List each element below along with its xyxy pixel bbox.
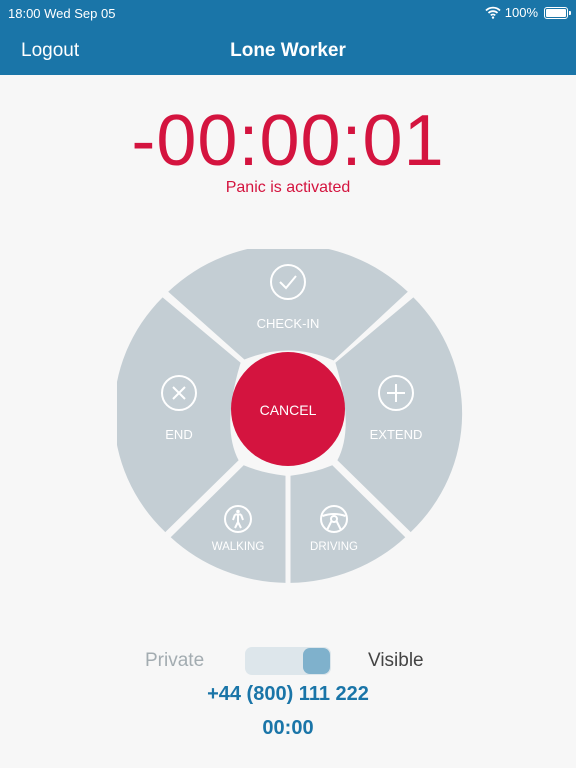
extend-label: EXTEND: [370, 427, 423, 442]
status-time: 18:00 Wed Sep 05: [8, 6, 116, 21]
panic-status: Panic is activated: [225, 179, 351, 196]
private-label: Private: [145, 650, 205, 671]
battery-percent: 100%: [504, 5, 538, 20]
end-label: END: [165, 427, 192, 442]
checkin-label: CHECK-IN: [257, 316, 320, 331]
logout-button[interactable]: Logout: [21, 40, 79, 62]
phone-number-link[interactable]: +44 (800) 111 222: [0, 683, 576, 706]
action-wheel-svg: CANCEL CHECK-IN END EXTEND WALKING DRIVI…: [117, 249, 463, 583]
wifi-icon: [485, 6, 501, 19]
battery-icon: [544, 6, 571, 19]
page-title: Lone Worker: [230, 40, 346, 61]
privacy-row: Private Visible: [0, 646, 576, 676]
elapsed-time: 00:00: [262, 717, 314, 739]
privacy-toggle-knob[interactable]: [303, 648, 330, 674]
walking-label: WALKING: [212, 541, 265, 553]
status-right: 100%: [485, 5, 571, 20]
visible-label: Visible: [368, 650, 424, 671]
nav-bar: Logout Lone Worker: [0, 26, 576, 75]
driving-label: DRIVING: [310, 541, 358, 553]
action-wheel: CANCEL CHECK-IN END EXTEND WALKING DRIVI…: [117, 249, 463, 585]
countdown-timer: -00:00:01: [131, 101, 445, 181]
privacy-toggle[interactable]: [245, 647, 331, 675]
status-bar: 18:00 Wed Sep 05 100%: [0, 0, 576, 26]
cancel-label: CANCEL: [260, 402, 317, 418]
